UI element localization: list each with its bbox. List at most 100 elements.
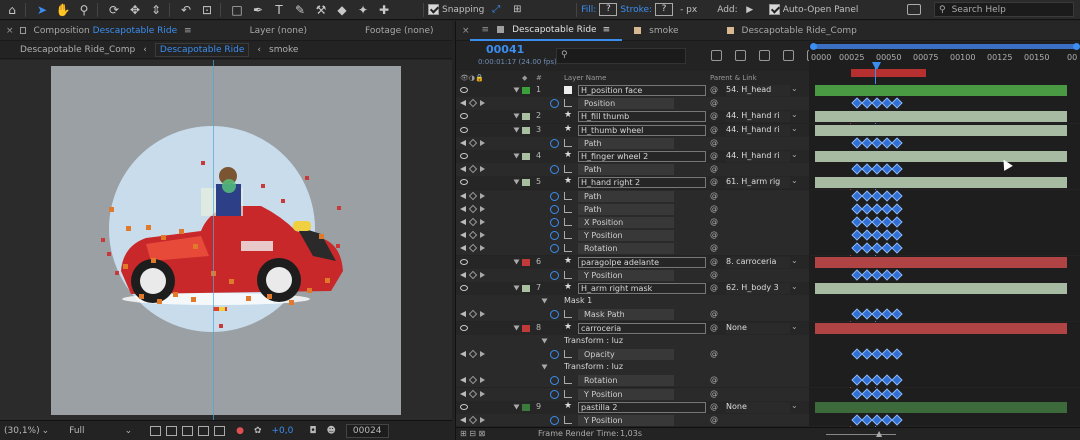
keyframe-icon[interactable]	[891, 348, 903, 360]
label-color-swatch[interactable]	[522, 153, 530, 160]
parent-dropdown[interactable]: 62. H_body 3	[726, 283, 790, 294]
layer-row[interactable]: 2 ★ H_fill thumb @44. H_hand ri ⌄	[456, 110, 1080, 124]
timeline-track[interactable]	[809, 321, 1080, 335]
layer-name[interactable]: H_hand right 2	[578, 177, 706, 189]
property-row[interactable]: Path @	[456, 136, 1080, 150]
zoom-tool-icon[interactable]: ⚲	[75, 1, 93, 19]
keyframe-icon[interactable]	[891, 229, 903, 241]
add-keyframe-icon[interactable]	[468, 204, 478, 214]
next-keyframe-icon[interactable]	[480, 192, 485, 199]
pickwhip-icon[interactable]: @	[710, 217, 718, 226]
timeline-track[interactable]	[809, 282, 1080, 295]
layer-name[interactable]: carroceria	[578, 322, 706, 334]
pickwhip-icon[interactable]: @	[710, 138, 718, 147]
add-keyframe-icon[interactable]	[468, 376, 478, 385]
property-row[interactable]: Opacity @	[456, 348, 1080, 361]
toggle-switches-icon[interactable]: ⊞ ⊟ ⊠	[460, 429, 485, 438]
expand-triangle-icon[interactable]	[513, 325, 520, 331]
graph-icon[interactable]	[564, 270, 572, 279]
pickwhip-icon[interactable]: @	[710, 111, 718, 120]
timeline-track[interactable]	[809, 84, 1080, 97]
property-group-row[interactable]: Transform : luz	[456, 361, 1080, 375]
timeline-track[interactable]	[809, 110, 1080, 124]
visibility-icon[interactable]	[460, 153, 468, 159]
keyframe-icon[interactable]	[891, 387, 903, 400]
graph-icon[interactable]	[564, 310, 572, 319]
layer-duration-bar[interactable]	[815, 85, 1067, 96]
parent-dropdown[interactable]: 61. H_arm rig	[726, 177, 790, 189]
work-area-start-handle[interactable]	[810, 43, 817, 50]
next-keyframe-icon[interactable]	[480, 100, 485, 107]
parent-dropdown[interactable]: 44. H_hand ri	[726, 111, 790, 123]
navigation-arrow-icon[interactable]	[460, 417, 466, 423]
timeline-track[interactable]	[809, 295, 1080, 309]
parent-chevron-icon[interactable]: ⌄	[791, 84, 798, 93]
stopwatch-icon[interactable]	[550, 270, 559, 280]
graph-icon[interactable]	[564, 350, 572, 358]
label-color-swatch[interactable]	[522, 179, 530, 187]
parent-chevron-icon[interactable]: ⌄	[791, 282, 798, 291]
show-snapshot-icon[interactable]: ☻	[327, 426, 336, 436]
pan-camera-icon[interactable]: ✥	[126, 1, 144, 19]
keyboard-shortcuts-icon[interactable]	[907, 4, 921, 15]
timeline-track[interactable]	[809, 387, 1080, 401]
layer-duration-bar[interactable]	[815, 283, 1067, 294]
pickwhip-icon[interactable]: @	[710, 177, 718, 186]
next-keyframe-icon[interactable]	[480, 166, 485, 173]
stopwatch-icon[interactable]	[550, 389, 559, 399]
pickwhip-icon[interactable]: @	[710, 230, 718, 239]
graph-icon[interactable]	[564, 218, 572, 226]
pickwhip-icon[interactable]: @	[710, 375, 718, 384]
navigation-arrow-icon[interactable]	[460, 219, 466, 225]
label-color-swatch[interactable]	[522, 113, 530, 121]
visibility-icon[interactable]	[460, 403, 468, 410]
menu-icon[interactable]: ≡	[603, 25, 611, 35]
pickwhip-icon[interactable]: @	[710, 191, 718, 200]
timeline-track[interactable]	[809, 229, 1080, 243]
navigation-arrow-icon[interactable]	[460, 377, 466, 384]
zoom-slider[interactable]	[826, 434, 896, 435]
color-channels-icon[interactable]: ●	[236, 426, 244, 436]
parent-dropdown[interactable]: None	[726, 401, 790, 413]
menu-icon[interactable]: ≡	[184, 26, 192, 36]
timeline-track[interactable]	[809, 400, 1080, 414]
layer-name[interactable]: pastilla 2	[578, 401, 706, 413]
add-keyframe-icon[interactable]	[468, 349, 478, 359]
navigation-arrow-icon[interactable]	[460, 139, 466, 146]
parent-chevron-icon[interactable]: ⌄	[791, 401, 798, 410]
layer-name[interactable]: paragolpe adelante	[578, 256, 706, 268]
layer-name-header[interactable]: Layer Name	[564, 74, 606, 82]
breadcrumb-item[interactable]: smoke	[269, 45, 298, 55]
dolly-camera-icon[interactable]: ⇕	[147, 1, 165, 19]
close-icon[interactable]: ×	[462, 26, 470, 36]
tab-composition[interactable]: Composition Descapotable Ride ≡	[26, 26, 206, 36]
property-row[interactable]: Path @	[456, 189, 1080, 203]
resolution-dropdown[interactable]: Full	[69, 426, 84, 436]
graph-icon[interactable]	[564, 138, 572, 147]
expand-triangle-icon[interactable]	[541, 298, 548, 304]
puppet-pin-tool-icon[interactable]: ✚	[375, 1, 393, 19]
add-keyframe-icon[interactable]	[468, 217, 478, 227]
rectangle-tool-icon[interactable]: □	[228, 1, 246, 19]
next-keyframe-icon[interactable]	[480, 351, 485, 357]
graph-icon[interactable]	[564, 165, 572, 174]
layer-row[interactable]: 6 ★ paragolpe adelante @8. carroceria ⌄	[456, 255, 1080, 269]
color-management-icon[interactable]: ✿	[254, 426, 262, 436]
stopwatch-icon[interactable]	[550, 416, 559, 425]
property-group-row[interactable]: Mask 1	[456, 295, 1080, 309]
next-keyframe-icon[interactable]	[480, 417, 485, 423]
region-of-interest-icon[interactable]	[198, 425, 210, 436]
navigation-arrow-icon[interactable]	[460, 232, 466, 239]
breadcrumb-item[interactable]: Descapotable Ride_Comp	[20, 45, 135, 55]
mask-visibility-icon[interactable]	[182, 425, 194, 436]
property-row[interactable]: Path @	[456, 202, 1080, 216]
frame-blending-icon[interactable]	[783, 50, 794, 61]
stopwatch-icon[interactable]	[550, 218, 559, 227]
add-keyframe-icon[interactable]	[468, 230, 478, 240]
graph-icon[interactable]	[564, 191, 572, 200]
keyframe-icon[interactable]	[891, 203, 903, 215]
magnification-chevron-icon[interactable]: ⌄	[42, 426, 50, 436]
transparency-grid-icon[interactable]	[166, 425, 178, 436]
parent-dropdown[interactable]: None	[726, 322, 790, 334]
pickwhip-icon[interactable]: @	[710, 309, 718, 318]
